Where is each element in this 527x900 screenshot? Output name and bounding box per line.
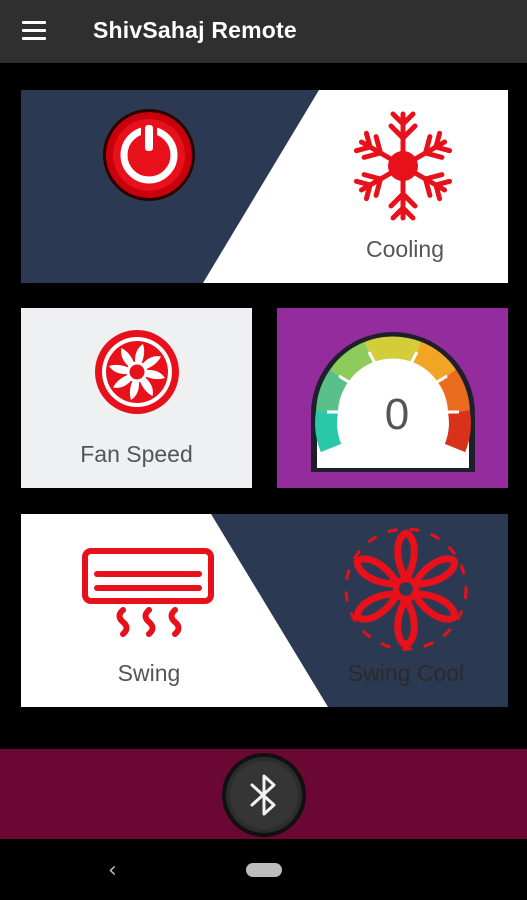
fan-speed-label: Fan Speed — [80, 441, 193, 467]
swing-cool-button[interactable] — [341, 524, 471, 654]
swing-cool-label: Swing Cool — [347, 660, 465, 686]
snowflake-icon — [353, 111, 453, 221]
home-pill-icon[interactable] — [246, 863, 282, 877]
fan-blades-icon — [344, 527, 468, 651]
temperature-value: 0 — [384, 390, 410, 439]
app-bar: ShivSahaj Remote — [0, 0, 527, 63]
app-title: ShivSahaj Remote — [93, 17, 297, 43]
power-icon — [103, 109, 195, 201]
swing-button[interactable] — [81, 546, 217, 638]
swing-tile: Swing Swing Cool — [21, 514, 508, 707]
power-button[interactable] — [101, 107, 197, 203]
menu-icon[interactable] — [22, 18, 50, 44]
temperature-tile: 0 — [277, 308, 508, 488]
bluetooth-button[interactable] — [221, 752, 307, 838]
swing-label: Swing — [117, 660, 181, 686]
fan-speed-tile[interactable]: Fan Speed — [21, 308, 252, 488]
cooling-button[interactable] — [351, 106, 455, 222]
fan-icon — [95, 330, 179, 414]
air-conditioner-icon — [82, 548, 214, 637]
back-icon[interactable]: ‹ — [108, 858, 117, 883]
cooling-label: Cooling — [366, 236, 444, 262]
power-cooling-tile: Cooling — [21, 90, 508, 283]
